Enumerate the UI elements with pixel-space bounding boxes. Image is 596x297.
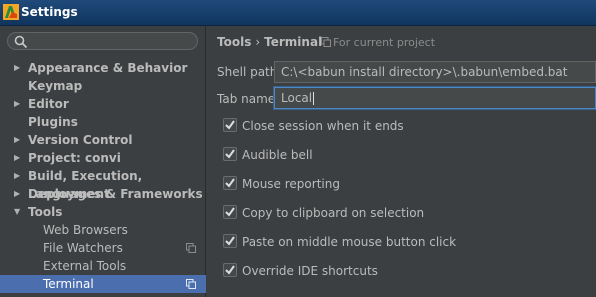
title-bar: Settings bbox=[0, 0, 596, 26]
expand-arrow-icon[interactable]: ▶ bbox=[14, 149, 20, 167]
sidebar-item-label: Terminal bbox=[43, 277, 94, 291]
search-input[interactable] bbox=[7, 32, 198, 50]
breadcrumb-separator: › bbox=[255, 35, 261, 49]
checkbox-label: Mouse reporting bbox=[242, 177, 340, 191]
text-caret bbox=[313, 92, 315, 105]
checkbox-label: Audible bell bbox=[242, 148, 313, 162]
sidebar-item-terminal[interactable]: Terminal bbox=[0, 275, 206, 293]
sidebar-item-version-control[interactable]: ▶ Version Control bbox=[0, 131, 206, 149]
sidebar-item-label: Web Browsers bbox=[43, 223, 128, 237]
shell-path-label: Shell path bbox=[217, 65, 278, 79]
checkbox-label: Close session when it ends bbox=[242, 119, 404, 133]
sidebar-item-plugins[interactable]: Plugins bbox=[0, 113, 206, 131]
project-scope-icon bbox=[186, 279, 196, 289]
expand-arrow-icon[interactable]: ▶ bbox=[14, 167, 20, 185]
sidebar-item-label: Version Control bbox=[28, 133, 133, 147]
checkbox-label: Copy to clipboard on selection bbox=[242, 206, 425, 220]
app-logo-icon bbox=[3, 4, 19, 20]
sidebar-item-external-tools[interactable]: External Tools bbox=[0, 257, 206, 275]
tab-name-value: Local bbox=[281, 91, 313, 105]
sidebar-item-web-browsers[interactable]: Web Browsers bbox=[0, 221, 206, 239]
sidebar-item-label: Plugins bbox=[28, 115, 78, 129]
expand-arrow-icon[interactable]: ▶ bbox=[14, 131, 20, 149]
settings-sidebar: ▶ Appearance & Behavior Keymap ▶ Editor … bbox=[0, 26, 206, 297]
shell-path-value: C:\<babun install directory>\.babun\embe… bbox=[281, 65, 568, 79]
sidebar-item-label: Tools bbox=[28, 205, 63, 219]
sidebar-item-languages-frameworks[interactable]: ▶ Languages & Frameworks bbox=[0, 185, 206, 203]
expand-arrow-icon[interactable]: ▶ bbox=[14, 59, 20, 77]
settings-content: Tools › Terminal For current project Shell… bbox=[207, 26, 596, 297]
sidebar-item-keymap[interactable]: Keymap bbox=[0, 77, 206, 95]
sidebar-item-editor[interactable]: ▶ Editor bbox=[0, 95, 206, 113]
window-title: Settings bbox=[21, 5, 78, 19]
sidebar-item-label: External Tools bbox=[43, 259, 127, 273]
sidebar-item-label: Keymap bbox=[28, 79, 83, 93]
search-icon bbox=[14, 35, 28, 49]
sidebar-item-label: Project: convi bbox=[28, 151, 121, 165]
sidebar-item-tools[interactable]: ▼ Tools bbox=[0, 203, 206, 221]
expand-arrow-icon[interactable]: ▶ bbox=[14, 185, 20, 203]
sidebar-item-label: File Watchers bbox=[43, 241, 123, 255]
checkbox-icon[interactable] bbox=[223, 147, 237, 161]
breadcrumb: Tools › Terminal bbox=[217, 35, 322, 49]
checkbox-icon[interactable] bbox=[223, 176, 237, 190]
breadcrumb-current: Terminal bbox=[264, 35, 323, 49]
checkbox-label: Paste on middle mouse button click bbox=[242, 235, 457, 249]
sidebar-item-appearance-behavior[interactable]: ▶ Appearance & Behavior bbox=[0, 59, 206, 77]
sidebar-item-build-execution-deployment[interactable]: ▶ Build, Execution, Deployment bbox=[0, 167, 206, 201]
checkbox-icon[interactable] bbox=[223, 118, 237, 132]
project-scope-icon bbox=[186, 243, 196, 253]
tab-name-label: Tab name bbox=[217, 92, 276, 106]
collapse-arrow-icon[interactable]: ▼ bbox=[14, 203, 20, 221]
project-scope-note: For current project bbox=[321, 36, 435, 49]
breadcrumb-parent: Tools bbox=[217, 35, 252, 49]
checkbox-icon[interactable] bbox=[223, 234, 237, 248]
checkbox-icon[interactable] bbox=[223, 263, 237, 277]
checkbox-icon[interactable] bbox=[223, 205, 237, 219]
sidebar-item-file-watchers[interactable]: File Watchers bbox=[0, 239, 206, 257]
expand-arrow-icon[interactable]: ▶ bbox=[14, 95, 20, 113]
sidebar-item-label: Appearance & Behavior bbox=[28, 61, 188, 75]
shell-path-input[interactable]: C:\<babun install directory>\.babun\embe… bbox=[274, 61, 596, 83]
project-scope-icon bbox=[321, 37, 331, 47]
scope-label: For current project bbox=[333, 36, 436, 49]
sidebar-item-project[interactable]: ▶ Project: convi bbox=[0, 149, 206, 167]
sidebar-item-label: Editor bbox=[28, 97, 69, 111]
tab-name-input[interactable]: Local bbox=[274, 87, 596, 109]
checkbox-label: Override IDE shortcuts bbox=[242, 264, 378, 278]
sidebar-item-label: Languages & Frameworks bbox=[28, 187, 203, 201]
